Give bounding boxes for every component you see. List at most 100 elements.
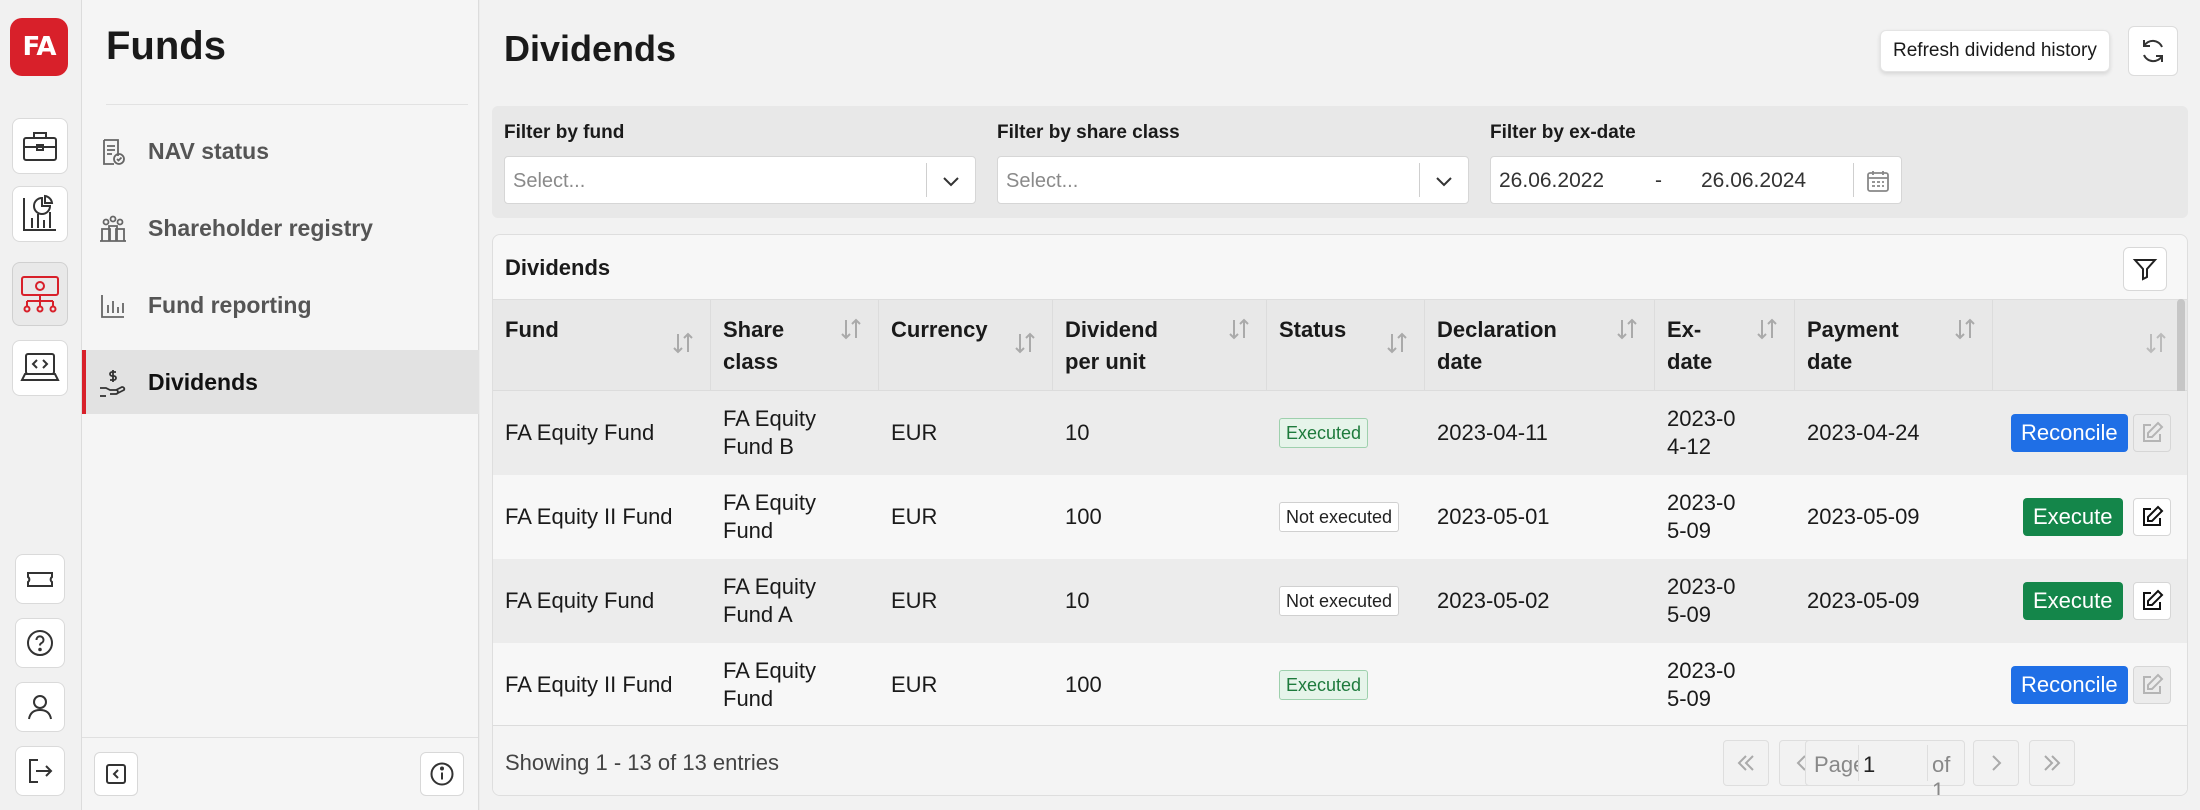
status-badge: Executed [1279, 418, 1369, 448]
cell-fund: FA Equity II Fund [505, 504, 673, 529]
reconcile-button[interactable]: Reconcile [2011, 414, 2128, 452]
edit-button[interactable] [2133, 414, 2171, 452]
cell-fund: FA Equity Fund [505, 588, 655, 613]
filter-fund-label: Filter by fund [504, 122, 625, 143]
column-label: Ex-date [1667, 317, 1713, 374]
developer-rail-button[interactable] [12, 340, 68, 396]
cell-fund: FA Equity Fund [505, 420, 655, 445]
info-button[interactable] [420, 752, 464, 796]
edit-button[interactable] [2133, 582, 2171, 620]
column-header-actions[interactable] [1993, 300, 2187, 392]
shareholder-icon [100, 215, 126, 242]
column-header-currency[interactable]: Currency [879, 300, 1053, 392]
sidebar-item-nav-status[interactable]: NAV status [82, 119, 479, 183]
ex-date-from[interactable]: 26.06.2022 [1499, 169, 1604, 193]
cell-share-class: FA Equity Fund [723, 658, 816, 711]
page-title: Dividends [504, 28, 677, 69]
sort-icon[interactable] [2141, 328, 2171, 358]
cell-dividend: 100 [1065, 672, 1102, 697]
sort-icon[interactable] [668, 328, 698, 358]
select-separator [1419, 163, 1420, 197]
tickets-rail-button[interactable] [15, 554, 65, 604]
column-header-ex-date[interactable]: Ex-date [1655, 300, 1795, 392]
bar-chart-icon [101, 295, 124, 318]
sidebar-divider [106, 104, 468, 105]
edit-icon [2143, 673, 2164, 694]
help-rail-button[interactable] [15, 618, 65, 668]
execute-button[interactable]: Execute [2023, 498, 2123, 536]
sidebar-item-label: Fund reporting [148, 291, 312, 318]
cell-fund: FA Equity II Fund [505, 672, 673, 697]
refresh-button[interactable] [2128, 26, 2178, 76]
info-icon [430, 762, 454, 786]
cell-declaration-date: 2023-04-11 [1437, 420, 1548, 445]
sort-icon[interactable] [1382, 328, 1412, 358]
column-header-fund[interactable]: Fund [493, 300, 711, 392]
user-icon [28, 695, 52, 720]
column-header-share-class[interactable]: Share class [711, 300, 879, 392]
edit-button[interactable] [2133, 498, 2171, 536]
sort-icon[interactable] [1010, 328, 1040, 358]
edit-icon [2143, 589, 2164, 610]
calendar-icon[interactable] [1865, 168, 1891, 194]
next-page-button[interactable] [1973, 740, 2019, 786]
chevron-down-icon [943, 177, 959, 187]
logo-text: FA [22, 32, 57, 62]
collapse-sidebar-button[interactable] [94, 752, 138, 796]
ex-date-to[interactable]: 26.06.2024 [1701, 169, 1806, 193]
status-badge: Not executed [1279, 586, 1400, 616]
column-header-dividend-per-unit[interactable]: Dividend per unit [1053, 300, 1267, 392]
portfolio-rail-button[interactable] [12, 118, 68, 174]
page-number-input[interactable]: 1 [1858, 745, 1928, 781]
ex-date-separator: - [1655, 169, 1662, 192]
filter-fund-placeholder: Select... [513, 170, 586, 192]
column-label: Status [1279, 317, 1347, 342]
reconcile-button[interactable]: Reconcile [2011, 666, 2128, 704]
logout-rail-button[interactable] [15, 746, 65, 796]
table-title: Dividends [505, 255, 611, 280]
funds-rail-button[interactable] [12, 262, 68, 326]
reports-rail-button[interactable] [12, 186, 68, 242]
table-footer: Showing 1 - 13 of 13 entries Page 1 of 1 [493, 725, 2187, 796]
column-label: Payment date [1807, 317, 1899, 374]
cell-dividend: 100 [1065, 504, 1102, 529]
filter-fund-select[interactable]: Select... [504, 156, 976, 204]
sort-icon[interactable] [1950, 314, 1980, 344]
sort-icon[interactable] [1752, 314, 1782, 344]
funds-sidebar: Funds NAV status Shareholder registry Fu… [82, 0, 479, 810]
refresh-icon [2143, 39, 2163, 63]
ticket-icon [27, 572, 53, 587]
execute-button[interactable]: Execute [2023, 582, 2123, 620]
sidebar-item-fund-reporting[interactable]: Fund reporting [82, 273, 479, 337]
status-badge: Not executed [1279, 502, 1400, 532]
sidebar-item-dividends[interactable]: Dividends [82, 350, 479, 414]
cell-declaration-date: 2023-05-01 [1437, 504, 1550, 529]
column-header-status[interactable]: Status [1267, 300, 1425, 392]
column-header-declaration-date[interactable]: Declaration date [1425, 300, 1655, 392]
sort-icon[interactable] [1612, 314, 1642, 344]
column-label: Currency [891, 317, 988, 342]
dividends-table-card: Dividends Fund Share class Currency Divi… [492, 234, 2188, 796]
filter-share-class-select[interactable]: Select... [997, 156, 1469, 204]
sort-icon[interactable] [836, 314, 866, 344]
funds-icon [21, 276, 59, 313]
code-laptop-icon [20, 353, 60, 381]
main-content: Dividends Refresh dividend history Filte… [480, 0, 2200, 810]
edit-button[interactable] [2133, 666, 2171, 704]
ex-date-range-picker[interactable]: 26.06.2022 - 26.06.2024 [1490, 156, 1902, 204]
column-header-payment-date[interactable]: Payment date [1795, 300, 1993, 392]
sidebar-item-shareholder-registry[interactable]: Shareholder registry [82, 196, 479, 260]
sidebar-item-label: NAV status [148, 137, 269, 164]
cell-ex-date: 2023-05-09 [1667, 574, 1736, 627]
page-total: of 1 [1932, 752, 1951, 796]
table-header: Fund Share class Currency Dividend per u… [493, 299, 2187, 392]
last-page-button[interactable] [2029, 740, 2075, 786]
fa-logo[interactable]: FA [10, 18, 68, 76]
cell-share-class: FA Equity Fund A [723, 574, 816, 627]
column-filter-button[interactable] [2123, 247, 2167, 291]
column-label: Share class [723, 317, 785, 374]
table-row: FA Equity II Fund FA Equity Fund EUR 100… [493, 643, 2187, 727]
profile-rail-button[interactable] [15, 682, 65, 732]
sort-icon[interactable] [1224, 314, 1254, 344]
first-page-button[interactable] [1723, 740, 1769, 786]
